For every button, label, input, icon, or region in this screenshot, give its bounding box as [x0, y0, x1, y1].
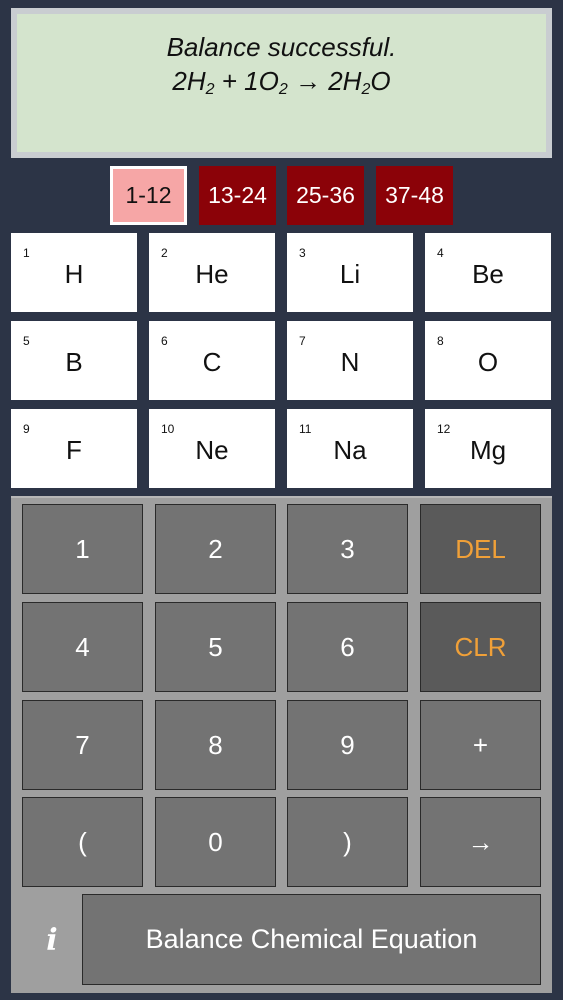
atomic-number: 5: [23, 334, 30, 348]
element-button-f[interactable]: 9 F: [11, 409, 137, 488]
key-4-button[interactable]: 4: [22, 602, 143, 692]
atomic-number: 10: [161, 422, 175, 436]
atomic-number: 11: [299, 422, 312, 436]
element-button-b[interactable]: 5 B: [11, 321, 137, 400]
info-icon[interactable]: i: [22, 895, 82, 985]
balanced-equation: 2H2 + 1O2 → 2H2O: [17, 64, 546, 98]
status-message: Balance successful.: [166, 32, 397, 62]
element-symbol: Na: [333, 435, 367, 465]
key-1-button[interactable]: 1: [22, 504, 143, 594]
atomic-number: 2: [161, 246, 168, 260]
equation-subscript: 2: [278, 81, 288, 98]
element-symbol: Ne: [195, 435, 229, 465]
element-symbol: O: [477, 347, 499, 377]
arrow-button[interactable]: →: [420, 797, 541, 887]
equation-term-3: 2H: [328, 66, 362, 96]
element-symbol: B: [65, 347, 83, 377]
element-symbol: He: [195, 259, 229, 289]
atomic-number: 1: [23, 246, 30, 260]
tab-range-1-12[interactable]: 1-12: [110, 166, 187, 225]
element-button-be[interactable]: 4 Be: [425, 233, 551, 312]
tab-range-13-24[interactable]: 13-24: [199, 166, 276, 225]
element-symbol: F: [66, 435, 82, 465]
element-button-ne[interactable]: 10 Ne: [149, 409, 275, 488]
key-0-button[interactable]: 0: [155, 797, 276, 887]
tab-range-37-48[interactable]: 37-48: [376, 166, 453, 225]
element-symbol: N: [340, 347, 360, 377]
key-8-button[interactable]: 8: [155, 700, 276, 790]
right-paren-button[interactable]: ): [287, 797, 408, 887]
key-6-button[interactable]: 6: [287, 602, 408, 692]
element-symbol: Mg: [469, 435, 507, 465]
element-symbol: C: [202, 347, 222, 377]
equation-term-3-tail: O: [370, 66, 391, 96]
left-paren-button[interactable]: (: [22, 797, 143, 887]
equation-term-2: 1O: [244, 66, 279, 96]
element-button-o[interactable]: 8 O: [425, 321, 551, 400]
element-button-n[interactable]: 7 N: [287, 321, 413, 400]
key-2-button[interactable]: 2: [155, 504, 276, 594]
key-3-button[interactable]: 3: [287, 504, 408, 594]
element-button-c[interactable]: 6 C: [149, 321, 275, 400]
element-symbol: Li: [339, 259, 361, 289]
plus-button[interactable]: +: [420, 700, 541, 790]
atomic-number: 12: [437, 422, 451, 436]
atomic-number: 4: [437, 246, 444, 260]
element-button-li[interactable]: 3 Li: [287, 233, 413, 312]
element-symbol: H: [64, 259, 84, 289]
key-9-button[interactable]: 9: [287, 700, 408, 790]
element-button-na[interactable]: 11 Na: [287, 409, 413, 488]
delete-button[interactable]: DEL: [420, 504, 541, 594]
key-5-button[interactable]: 5: [155, 602, 276, 692]
element-symbol: Be: [472, 259, 504, 289]
equation-subscript: 2: [205, 81, 215, 98]
atomic-number: 8: [437, 334, 444, 348]
key-7-button[interactable]: 7: [22, 700, 143, 790]
element-button-h[interactable]: 1 H: [11, 233, 137, 312]
element-button-he[interactable]: 2 He: [149, 233, 275, 312]
equation-arrow-icon: →: [287, 66, 329, 96]
element-button-mg[interactable]: 12 Mg: [425, 409, 551, 488]
tab-range-25-36[interactable]: 25-36: [287, 166, 364, 225]
atomic-number: 7: [299, 334, 306, 348]
atomic-number: 3: [299, 246, 306, 260]
result-display: Balance successful. 2H2 + 1O2 → 2H2O: [11, 8, 552, 158]
atomic-number: 6: [161, 334, 168, 348]
clear-button[interactable]: CLR: [420, 602, 541, 692]
equation-plus: +: [214, 66, 245, 96]
equation-term-1: 2H: [172, 66, 206, 96]
balance-equation-button[interactable]: Balance Chemical Equation: [82, 894, 541, 985]
atomic-number: 9: [23, 422, 30, 436]
